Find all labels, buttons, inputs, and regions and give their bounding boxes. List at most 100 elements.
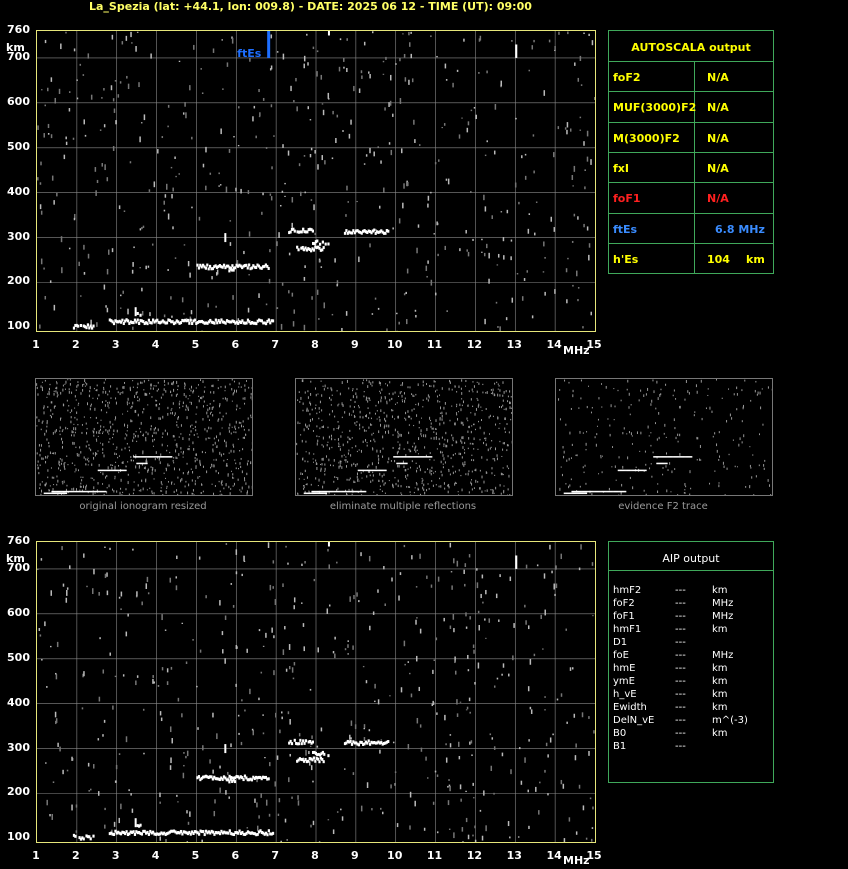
aip-output-table: AIP output hmF2 --- km foF2 --- MHz foF1 --- MHz… bbox=[608, 541, 774, 783]
bottom-y-tick-label: 200 bbox=[7, 785, 30, 799]
autoscala-row: foF2 N/A bbox=[609, 61, 773, 92]
autoscala-row: foF1 N/A bbox=[609, 182, 773, 213]
aip-param-unit: km bbox=[712, 728, 728, 739]
ionogram-autoscala: ftEs bbox=[36, 30, 596, 334]
ionogram-aip bbox=[36, 541, 596, 846]
aip-param-value: --- bbox=[675, 728, 686, 739]
aip-param-name: foF1 bbox=[613, 611, 635, 622]
top-y-tick-label: 600 bbox=[7, 94, 30, 108]
ftes-marker bbox=[267, 31, 271, 58]
bottom-x-tick-label: 12 bbox=[466, 849, 483, 862]
autoscala-row: M(3000)F2 N/A bbox=[609, 121, 773, 153]
aip-param-name: hmE bbox=[613, 663, 636, 674]
ionogram-autoscala-canvas: ftEs bbox=[37, 31, 596, 334]
top-x-tick-label: 3 bbox=[111, 338, 120, 351]
top-x-tick-label: 6 bbox=[231, 338, 240, 351]
thumbnail-original-ionogram[interactable] bbox=[35, 378, 253, 498]
aip-param-unit: MHz bbox=[712, 611, 734, 622]
aip-param-name: foF2 bbox=[613, 598, 635, 609]
top-x-tick-label: 11 bbox=[426, 338, 443, 351]
aip-param-unit: MHz bbox=[712, 650, 734, 661]
bottom-x-tick-label: 14 bbox=[546, 849, 562, 862]
bottom-x-tick-label: 7 bbox=[271, 849, 279, 862]
autoscala-param-unit: km bbox=[746, 252, 765, 266]
aip-param-unit: km bbox=[712, 624, 728, 635]
bottom-y-tick-label: 300 bbox=[7, 740, 30, 754]
aip-param-unit: km bbox=[712, 689, 728, 700]
top-x-tick-label: 2 bbox=[72, 338, 80, 351]
top-y-tick-label: 760 bbox=[7, 23, 30, 36]
autoscala-param-value: N/A bbox=[707, 71, 729, 84]
top-x-tick-label: 7 bbox=[271, 338, 279, 351]
aip-param-unit: km bbox=[712, 585, 728, 596]
bottom-x-tick-label: 4 bbox=[151, 849, 160, 862]
aip-param-value: --- bbox=[675, 663, 686, 674]
aip-param-value: --- bbox=[675, 611, 686, 622]
ionogram-aip-canvas bbox=[37, 542, 595, 846]
autoscala-param-name: ftEs bbox=[613, 222, 638, 236]
aip-param-value: --- bbox=[675, 624, 686, 635]
bottom-x-tick-label: 11 bbox=[426, 849, 443, 862]
aip-param-name: hmF2 bbox=[613, 585, 642, 596]
autoscala-row: fxI N/A bbox=[609, 151, 773, 183]
caption-evidence-f2-trace: evidence F2 trace bbox=[618, 501, 708, 512]
aip-param-name: B1 bbox=[613, 741, 627, 752]
autoscala-param-value: 104 bbox=[707, 252, 730, 266]
bottom-y-tick-label: 700 bbox=[7, 560, 30, 574]
aip-title-separator bbox=[609, 570, 773, 571]
aip-param-unit: MHz bbox=[712, 598, 734, 609]
autoscala-row: ftEs 6.8 MHz bbox=[609, 212, 773, 244]
top-x-tick-label: 10 bbox=[387, 338, 403, 351]
bottom-echo-trace bbox=[72, 542, 518, 841]
aip-param-unit: km bbox=[712, 663, 728, 674]
thumbnail-evidence-f2-trace[interactable] bbox=[555, 378, 773, 497]
autoscala-param-name: fxI bbox=[613, 161, 629, 175]
autoscala-param-value: N/A bbox=[707, 192, 729, 206]
top-x-tick-label: 15 bbox=[586, 338, 602, 351]
aip-param-value: --- bbox=[675, 585, 686, 596]
bottom-x-tick-label: 9 bbox=[351, 849, 359, 862]
bottom-x-tick-label: 15 bbox=[586, 849, 602, 862]
top-echo-trace bbox=[72, 31, 518, 330]
aip-param-name: DelN_vE bbox=[613, 715, 655, 726]
autoscala-title: AUTOSCALA output bbox=[631, 41, 751, 54]
aip-param-name: ymE bbox=[613, 676, 635, 687]
autoscala-param-value: 6.8 MHz bbox=[715, 222, 765, 236]
aip-title: AIP output bbox=[662, 552, 720, 565]
top-y-tick-label: 400 bbox=[7, 184, 30, 198]
autoscala-param-value: N/A bbox=[707, 131, 729, 145]
header-title: La_Spezia (lat: +44.1, lon: 009.8) - DAT… bbox=[89, 0, 532, 13]
top-y-tick-label: 100 bbox=[7, 319, 30, 333]
top-x-tick-label: 4 bbox=[151, 338, 160, 351]
bottom-x-tick-label: 6 bbox=[231, 849, 240, 862]
top-x-tick-label: 8 bbox=[311, 338, 319, 351]
ftes-marker-label: ftEs bbox=[237, 47, 262, 60]
thumbnail-eliminate-multiple-reflections[interactable] bbox=[295, 378, 513, 497]
aip-param-unit: m^(-3) bbox=[712, 715, 748, 726]
aip-param-name: B0 bbox=[613, 728, 627, 739]
bottom-grid bbox=[37, 542, 595, 842]
bottom-x-tick-label: 2 bbox=[72, 849, 80, 862]
top-x-tick-label: 1 bbox=[32, 338, 40, 351]
aip-param-value: --- bbox=[675, 715, 686, 726]
aip-param-name: D1 bbox=[613, 637, 628, 648]
aip-param-unit: km bbox=[712, 702, 728, 713]
top-y-tick-label: 700 bbox=[7, 49, 30, 63]
top-grid bbox=[37, 31, 595, 331]
aip-param-unit: km bbox=[712, 676, 728, 687]
aip-param-value: --- bbox=[675, 689, 686, 700]
caption-original-ionogram: original ionogram resized bbox=[79, 501, 207, 512]
aip-param-value: --- bbox=[675, 598, 686, 609]
autoscala-param-value: N/A bbox=[707, 101, 729, 115]
autoscala-param-name: foF2 bbox=[613, 71, 641, 84]
aip-param-value: --- bbox=[675, 650, 686, 661]
bottom-x-tick-label: 10 bbox=[387, 849, 403, 862]
autoscala-param-name: M(3000)F2 bbox=[613, 131, 680, 145]
aip-param-value: --- bbox=[675, 637, 686, 648]
top-y-tick-label: 500 bbox=[7, 139, 30, 153]
top-x-tick-label: 12 bbox=[466, 338, 483, 351]
bottom-y-tick-label: 100 bbox=[7, 830, 30, 844]
aip-param-name: h_vE bbox=[613, 689, 637, 700]
top-x-tick-label: 9 bbox=[351, 338, 359, 351]
aip-param-name: hmF1 bbox=[613, 624, 642, 635]
